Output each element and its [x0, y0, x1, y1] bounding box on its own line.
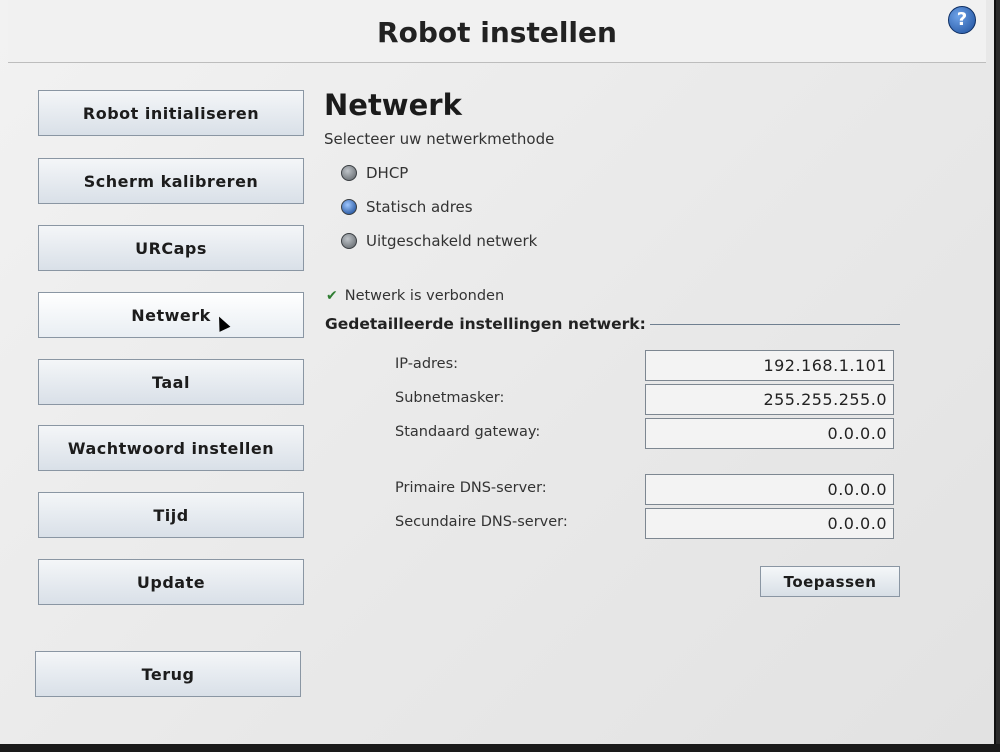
network-button[interactable]: Netwerk — [38, 292, 304, 338]
section-divider — [650, 324, 900, 325]
screen-bezel — [0, 744, 1000, 752]
radio-static-address[interactable]: Statisch adres — [341, 196, 473, 218]
check-icon: ✔ — [326, 288, 338, 304]
details-heading: Gedetailleerde instellingen netwerk: — [325, 315, 646, 333]
subnet-mask-field[interactable] — [645, 384, 894, 415]
time-button[interactable]: Tijd — [38, 492, 304, 538]
screen-calibrate-button[interactable]: Scherm kalibreren — [38, 158, 304, 204]
connection-status: ✔ Netwerk is verbonden — [326, 288, 504, 304]
status-text: Netwerk is verbonden — [344, 288, 505, 304]
radio-network-disabled[interactable]: Uitgeschakeld netwerk — [341, 230, 537, 252]
secondary-dns-label: Secundaire DNS-server: — [395, 514, 568, 530]
ip-address-field[interactable] — [645, 350, 894, 381]
method-prompt: Selecteer uw netwerkmethode — [324, 130, 555, 148]
ip-label: IP-adres: — [395, 356, 459, 372]
primary-dns-field[interactable] — [645, 474, 894, 505]
title-bar: Robot instellen ? — [8, 0, 986, 63]
radio-label: Statisch adres — [366, 198, 473, 216]
radio-selected-icon[interactable] — [341, 199, 357, 215]
urcaps-button[interactable]: URCaps — [38, 225, 304, 271]
radio-unselected-icon[interactable] — [341, 165, 357, 181]
settings-screen: Robot instellen ? Robot initialiseren Sc… — [0, 0, 996, 744]
robot-initialize-button[interactable]: Robot initialiseren — [38, 90, 304, 136]
radio-label: Uitgeschakeld netwerk — [366, 232, 538, 250]
update-button[interactable]: Update — [38, 559, 304, 605]
language-button[interactable]: Taal — [38, 359, 304, 405]
help-icon[interactable]: ? — [948, 6, 976, 34]
default-gateway-field[interactable] — [645, 418, 894, 449]
radio-unselected-icon[interactable] — [341, 233, 357, 249]
window-title: Robot instellen — [377, 16, 617, 49]
apply-button[interactable]: Toepassen — [760, 566, 900, 597]
subnet-label: Subnetmasker: — [395, 390, 505, 406]
gateway-label: Standaard gateway: — [395, 424, 541, 440]
set-password-button[interactable]: Wachtwoord instellen — [38, 425, 304, 471]
secondary-dns-field[interactable] — [645, 508, 894, 539]
back-button[interactable]: Terug — [35, 651, 301, 697]
page-title: Netwerk — [324, 88, 462, 122]
radio-label: DHCP — [366, 164, 409, 182]
primary-dns-label: Primaire DNS-server: — [395, 480, 547, 496]
radio-dhcp[interactable]: DHCP — [341, 162, 408, 184]
